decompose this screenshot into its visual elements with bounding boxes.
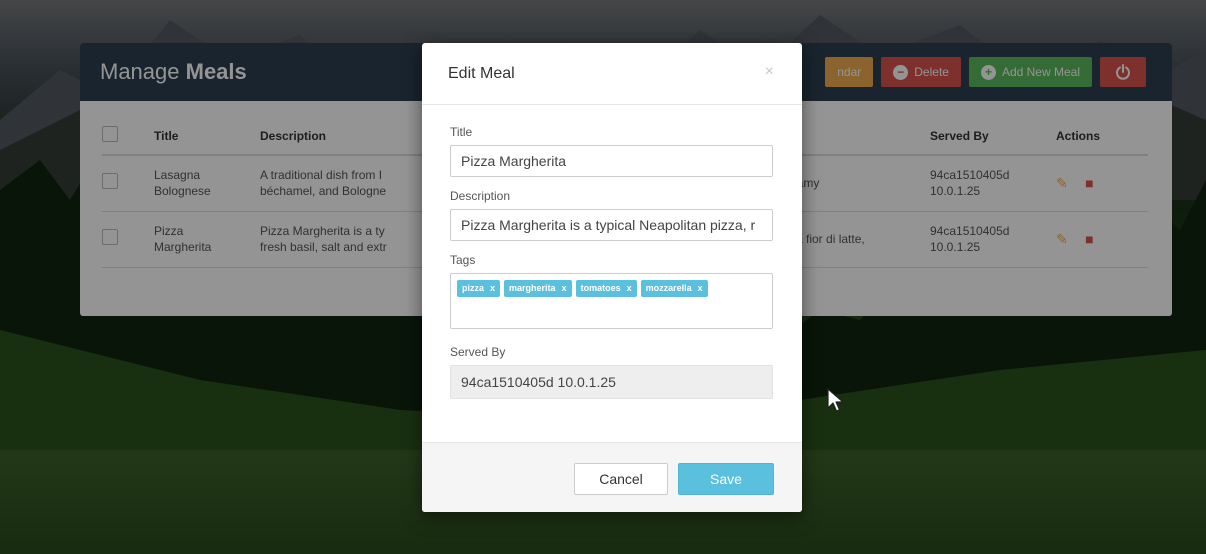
title-input[interactable]: Pizza Margherita: [450, 145, 773, 177]
edit-meal-modal: Edit Meal × Title Pizza Margherita Descr…: [422, 43, 802, 512]
save-button[interactable]: Save: [678, 463, 774, 495]
cancel-button[interactable]: Cancel: [574, 463, 668, 495]
title-field-group: Title Pizza Margherita: [450, 125, 774, 177]
description-field-group: Description Pizza Margherita is a typica…: [450, 189, 774, 241]
tag-text: tomatoes: [580, 283, 621, 293]
title-label: Title: [450, 125, 473, 139]
tags-field-group: Tags pizza x margherita x tomatoes x mozzar…: [450, 253, 774, 329]
served-by-field-group: Served By 94ca1510405d 10.0.1.25: [450, 345, 774, 399]
modal-body: Title Pizza Margherita Description Pizza…: [422, 105, 802, 399]
tag-remove-icon[interactable]: x: [490, 283, 495, 294]
tag-chip: tomatoes x: [575, 280, 637, 297]
tag-remove-icon[interactable]: x: [562, 283, 567, 294]
modal-title: Edit Meal: [448, 64, 515, 82]
close-icon[interactable]: ×: [765, 63, 774, 81]
served-by-label: Served By: [450, 345, 506, 359]
tags-input[interactable]: pizza x margherita x tomatoes x mozzarella x: [450, 273, 773, 329]
tag-remove-icon[interactable]: x: [698, 283, 703, 294]
served-by-field: 94ca1510405d 10.0.1.25: [450, 365, 773, 399]
description-label: Description: [450, 189, 511, 203]
tag-remove-icon[interactable]: x: [627, 283, 632, 294]
modal-header: Edit Meal ×: [422, 43, 802, 105]
description-input[interactable]: Pizza Margherita is a typical Neapolitan…: [450, 209, 773, 241]
mouse-cursor-icon: [827, 388, 844, 412]
tag-chip: pizza x: [457, 280, 501, 297]
modal-footer: Cancel Save: [422, 442, 802, 512]
tags-label: Tags: [450, 253, 476, 267]
tag-text: margherita: [509, 283, 556, 293]
tag-chip: mozzarella x: [640, 280, 708, 297]
tag-text: pizza: [462, 283, 485, 293]
tag-chip: margherita x: [504, 280, 572, 297]
tag-text: mozzarella: [645, 283, 692, 293]
